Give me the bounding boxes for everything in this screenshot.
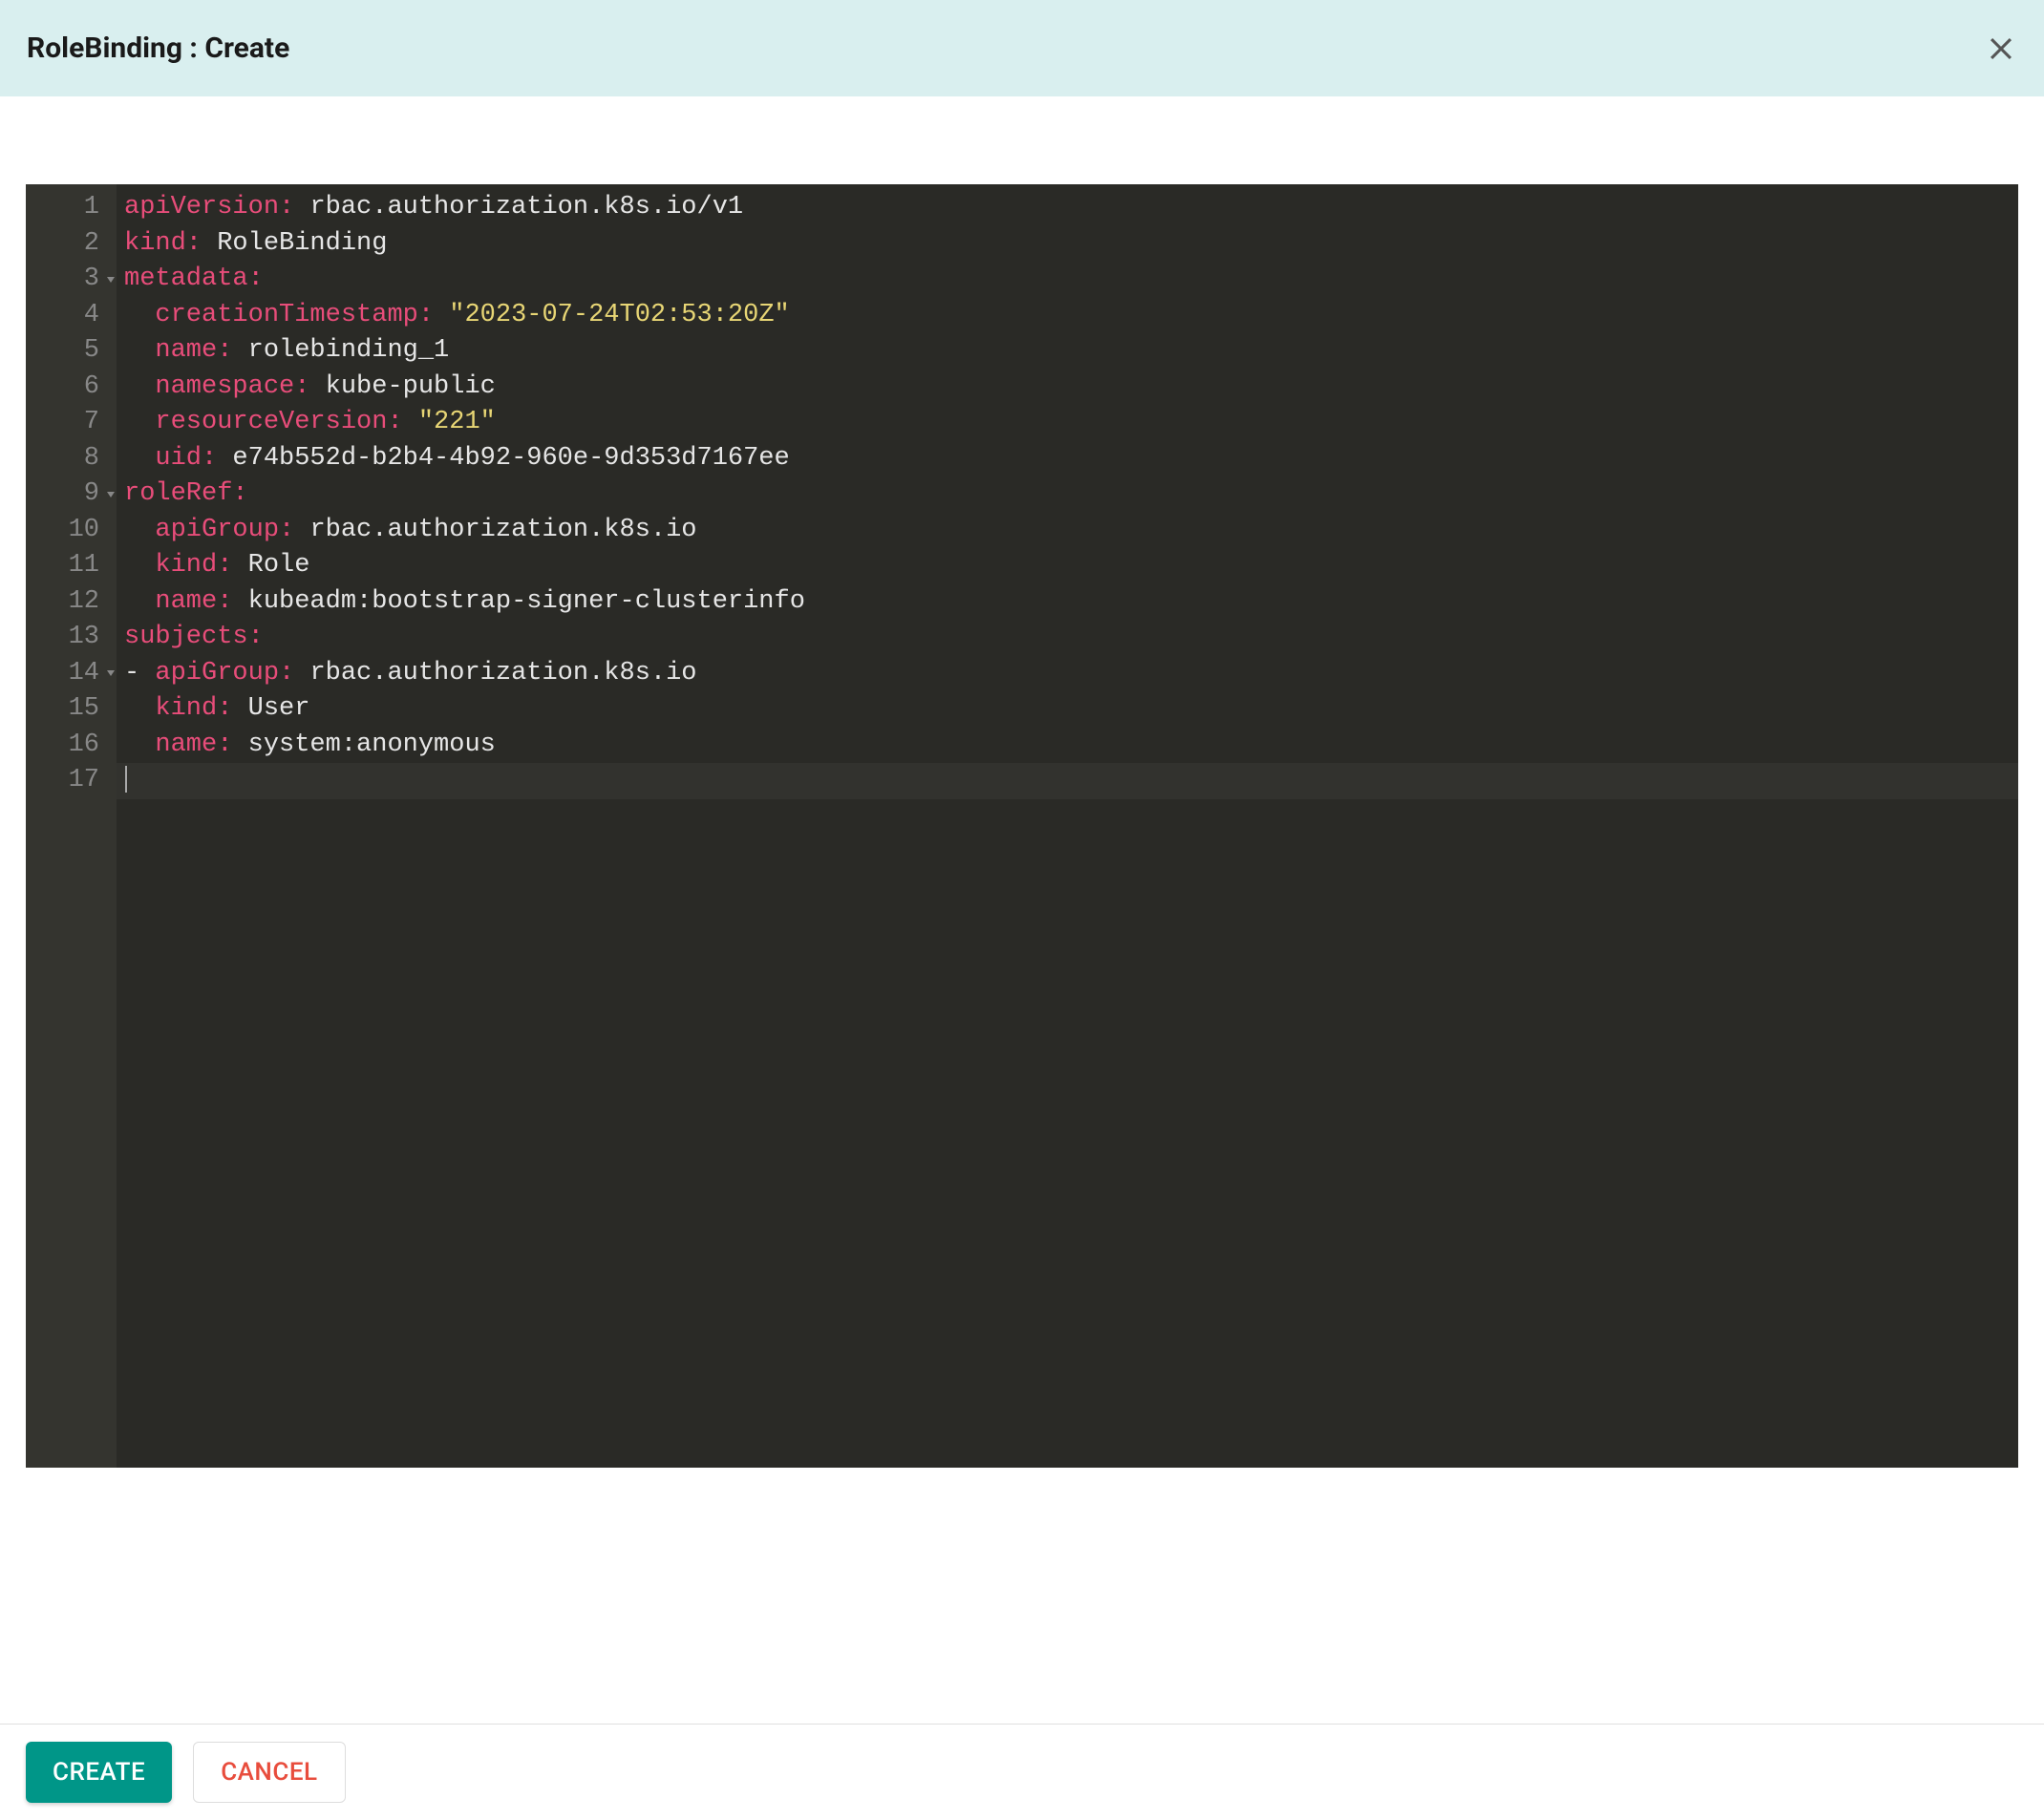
gutter-line-number: 15 [26,691,117,728]
gutter-line-number: 7 [26,405,117,441]
gutter-line-number: 9 [26,476,117,513]
code-line[interactable]: metadata: [124,262,2018,298]
editor-wrapper: 1234567891011121314151617 apiVersion: rb… [0,96,2044,1468]
gutter-line-number: 13 [26,620,117,656]
code-line[interactable]: roleRef: [124,476,2018,513]
gutter-line-number: 3 [26,262,117,298]
code-line[interactable]: - apiGroup: rbac.authorization.k8s.io [124,656,2018,692]
cancel-button[interactable]: CANCEL [193,1742,345,1803]
gutter-line-number: 6 [26,370,117,406]
code-line[interactable]: creationTimestamp: "2023-07-24T02:53:20Z… [124,298,2018,334]
code-line[interactable]: apiVersion: rbac.authorization.k8s.io/v1 [124,190,2018,226]
modal-footer: CREATE CANCEL [0,1724,2044,1820]
code-line[interactable]: kind: RoleBinding [124,226,2018,263]
gutter-line-number: 14 [26,656,117,692]
gutter-line-number: 11 [26,548,117,584]
code-line[interactable]: apiGroup: rbac.authorization.k8s.io [124,513,2018,549]
gutter-line-number: 10 [26,513,117,549]
code-line[interactable]: name: system:anonymous [124,728,2018,764]
code-line[interactable]: kind: Role [124,548,2018,584]
gutter-line-number: 4 [26,298,117,334]
fold-marker-icon[interactable] [107,492,115,497]
fold-marker-icon[interactable] [107,670,115,676]
gutter-line-number: 1 [26,190,117,226]
gutter-line-number: 8 [26,441,117,477]
yaml-editor[interactable]: 1234567891011121314151617 apiVersion: rb… [26,184,2018,1468]
gutter-line-number: 2 [26,226,117,263]
close-icon[interactable] [1985,32,2017,65]
code-line[interactable]: name: rolebinding_1 [124,333,2018,370]
code-line[interactable]: name: kubeadm:bootstrap-signer-clusterin… [124,584,2018,621]
gutter-line-number: 12 [26,584,117,621]
gutter-line-number: 17 [26,763,117,799]
code-line[interactable]: subjects: [124,620,2018,656]
modal-header: RoleBinding : Create [0,0,2044,96]
code-line[interactable]: namespace: kube-public [124,370,2018,406]
gutter-line-number: 5 [26,333,117,370]
editor-code[interactable]: apiVersion: rbac.authorization.k8s.io/v1… [117,184,2018,1468]
code-line[interactable]: kind: User [124,691,2018,728]
code-line[interactable]: resourceVersion: "221" [124,405,2018,441]
code-line[interactable]: uid: e74b552d-b2b4-4b92-960e-9d353d7167e… [124,441,2018,477]
create-button[interactable]: CREATE [26,1742,172,1803]
code-line[interactable] [117,763,2018,799]
fold-marker-icon[interactable] [107,277,115,283]
gutter-line-number: 16 [26,728,117,764]
editor-gutter: 1234567891011121314151617 [26,184,117,1468]
modal-title: RoleBinding : Create [27,32,289,65]
